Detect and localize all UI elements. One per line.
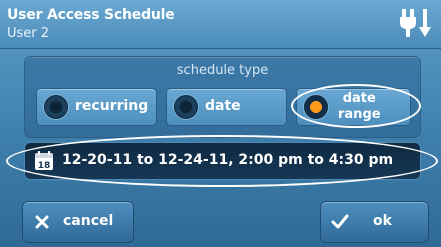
calendar-icon: 18 (35, 151, 53, 171)
calendar-day-number: 18 (38, 161, 51, 171)
ok-label: ok (373, 213, 392, 229)
radio-date-range-label: date range (338, 91, 381, 123)
checkmark-icon (331, 214, 349, 229)
schedule-type-title: schedule type (176, 63, 269, 78)
cancel-button[interactable]: cancel (22, 201, 134, 243)
radio-date[interactable]: date (166, 88, 287, 126)
radio-recurring-label: recurring (75, 98, 149, 114)
page-subtitle: User 2 (7, 26, 50, 41)
cancel-label: cancel (63, 213, 114, 229)
close-icon (35, 215, 49, 229)
date-range-field[interactable]: 18 12-20-11 to 12-24-11, 2:00 pm to 4:30… (24, 142, 421, 180)
date-range-text: 12-20-11 to 12-24-11, 2:00 pm to 4:30 pm (62, 152, 394, 168)
page-title: User Access Schedule (7, 7, 175, 23)
schedule-type-panel: schedule type recurring date date range (24, 56, 421, 138)
header-bar: User Access Schedule User 2 (0, 0, 441, 49)
radio-selected-indicator-icon (304, 95, 328, 119)
radio-date-label: date (205, 98, 241, 114)
radio-date-range-label-line2: range (338, 107, 381, 122)
radio-recurring[interactable]: recurring (36, 88, 157, 126)
radio-indicator-icon (174, 95, 198, 119)
power-plug-icon[interactable] (399, 6, 433, 40)
radio-indicator-icon (44, 95, 68, 119)
radio-date-range-label-line1: date (342, 91, 376, 106)
radio-date-range[interactable]: date range (296, 88, 411, 126)
ok-button[interactable]: ok (320, 201, 429, 243)
